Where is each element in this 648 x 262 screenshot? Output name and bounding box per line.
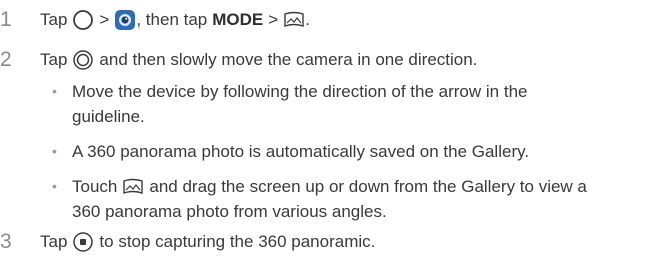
bullet-3-rest: and drag the screen up or down from the … bbox=[149, 177, 587, 196]
step-1-gt-2: > bbox=[268, 10, 279, 29]
bullet-2-text: A 360 panorama photo is automatically sa… bbox=[72, 142, 530, 161]
step-3: 3 Tap to stop capturing the 360 panorami… bbox=[0, 230, 375, 254]
step-1-gt: > bbox=[99, 10, 110, 29]
step-number: 1 bbox=[0, 8, 12, 31]
bullet-dot: • bbox=[52, 143, 57, 159]
step-number: 3 bbox=[0, 230, 12, 253]
bullet-1-text: Move the device by following the directi… bbox=[72, 82, 528, 126]
step-1-then-tap: , then tap bbox=[136, 10, 208, 29]
step-2-tap: Tap bbox=[40, 50, 68, 69]
mode-label: MODE bbox=[212, 10, 264, 29]
panorama-mode-icon bbox=[122, 177, 144, 197]
bullet-dot: • bbox=[52, 178, 57, 194]
instruction-document: 1 Tap > , then tap MODE > . 2 Tap and th… bbox=[0, 0, 648, 262]
shutter-icon bbox=[72, 49, 94, 71]
bullet-3-line-2: 360 panorama photo from various angles. bbox=[72, 202, 387, 221]
step-1-tap: Tap bbox=[40, 10, 68, 29]
step-3-line: Tap to stop capturing the 360 panoramic. bbox=[40, 231, 375, 253]
step-1-end: . bbox=[305, 10, 310, 29]
bullet-2: • A 360 panorama photo is automatically … bbox=[52, 139, 642, 164]
step-2: 2 Tap and then slowly move the camera in… bbox=[0, 48, 477, 72]
home-circle-icon bbox=[72, 9, 94, 31]
panorama-mode-icon bbox=[283, 10, 305, 30]
stop-record-icon bbox=[72, 231, 94, 253]
step-1: 1 Tap > , then tap MODE > . bbox=[0, 8, 310, 32]
step-1-line: Tap > , then tap MODE > . bbox=[40, 9, 310, 31]
bullet-3-touch: Touch bbox=[72, 177, 118, 196]
camera-app-icon bbox=[114, 9, 136, 31]
step-3-tap: Tap bbox=[40, 232, 68, 251]
bullet-3: • Touch and drag the screen up or down f… bbox=[52, 174, 642, 224]
step-2-line: Tap and then slowly move the camera in o… bbox=[40, 49, 477, 71]
bullet-dot: • bbox=[52, 83, 57, 99]
bullet-3-text: Touch and drag the screen up or down fro… bbox=[52, 174, 642, 224]
step-2-rest: and then slowly move the camera in one d… bbox=[99, 50, 478, 69]
step-3-rest: to stop capturing the 360 panoramic. bbox=[99, 232, 376, 251]
bullet-1: • Move the device by following the direc… bbox=[52, 79, 642, 129]
step-number: 2 bbox=[0, 48, 12, 71]
